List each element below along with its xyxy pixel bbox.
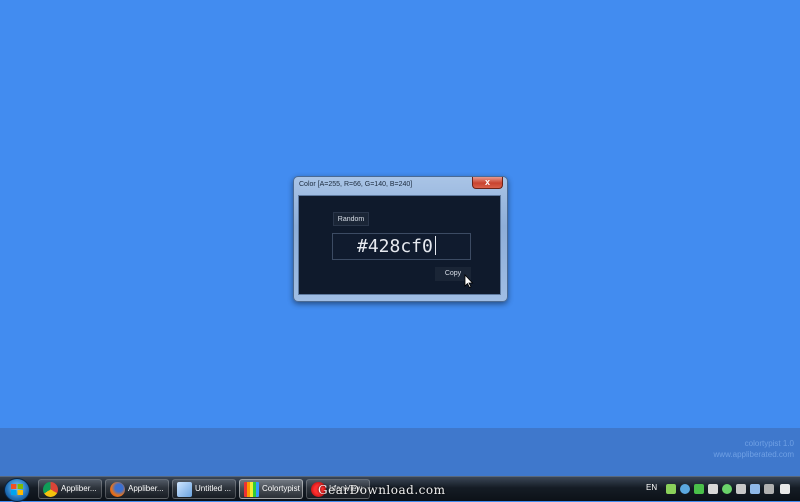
desktop-lower-band	[0, 428, 800, 476]
colortypist-icon	[244, 482, 259, 497]
app-name: colortypist 1.0	[744, 439, 794, 448]
tray-app-icon[interactable]	[666, 484, 676, 494]
tray-display-icon[interactable]	[750, 484, 760, 494]
chrome-icon	[43, 482, 58, 497]
tray-security-icon[interactable]	[722, 484, 732, 494]
text-caret	[434, 236, 436, 255]
close-icon: x	[484, 177, 490, 187]
firefox-icon	[110, 482, 125, 497]
action-center-flag-icon[interactable]	[780, 484, 790, 494]
app-info: colortypist 1.0 www.appliberated.com	[714, 438, 794, 460]
start-button[interactable]	[4, 478, 30, 502]
close-button[interactable]: x	[472, 177, 503, 189]
random-button[interactable]: Random	[333, 212, 369, 226]
tray-device-icon[interactable]	[708, 484, 718, 494]
taskbar-item-colortypist[interactable]: Colortypist	[239, 479, 303, 499]
mouse-pointer-icon	[464, 274, 474, 288]
taskbar-item-chrome[interactable]: Appliber...	[38, 479, 102, 499]
window-title: Color [A=255, R=66, G=140, B=240]	[299, 181, 413, 188]
volume-icon[interactable]	[764, 484, 774, 494]
hex-value: #428cf0	[357, 236, 433, 257]
taskbar-item-label: Untitled ...	[195, 484, 232, 493]
taskbar-item-firefox[interactable]: Appliber...	[105, 479, 169, 499]
taskbar-item-label: Colortypist	[262, 484, 300, 493]
hex-color-input[interactable]: #428cf0	[332, 233, 471, 260]
language-indicator[interactable]: EN	[646, 483, 657, 492]
tray-monitor-icon[interactable]	[736, 484, 746, 494]
taskbar-item-label: Appliber...	[128, 484, 164, 493]
app-url: www.appliberated.com	[713, 450, 794, 459]
color-window: Color [A=255, R=66, G=140, B=240] x Rand…	[293, 176, 508, 302]
notepad-icon	[177, 482, 192, 497]
windows-logo-icon	[11, 484, 23, 495]
taskbar-item-label: Appliber...	[61, 484, 97, 493]
taskbar-item-notepad[interactable]: Untitled ...	[172, 479, 236, 499]
system-tray: EN	[640, 477, 800, 501]
watermark: GearDownload.com	[318, 483, 446, 497]
tray-network-icon[interactable]	[680, 484, 690, 494]
tray-nvidia-icon[interactable]	[694, 484, 704, 494]
